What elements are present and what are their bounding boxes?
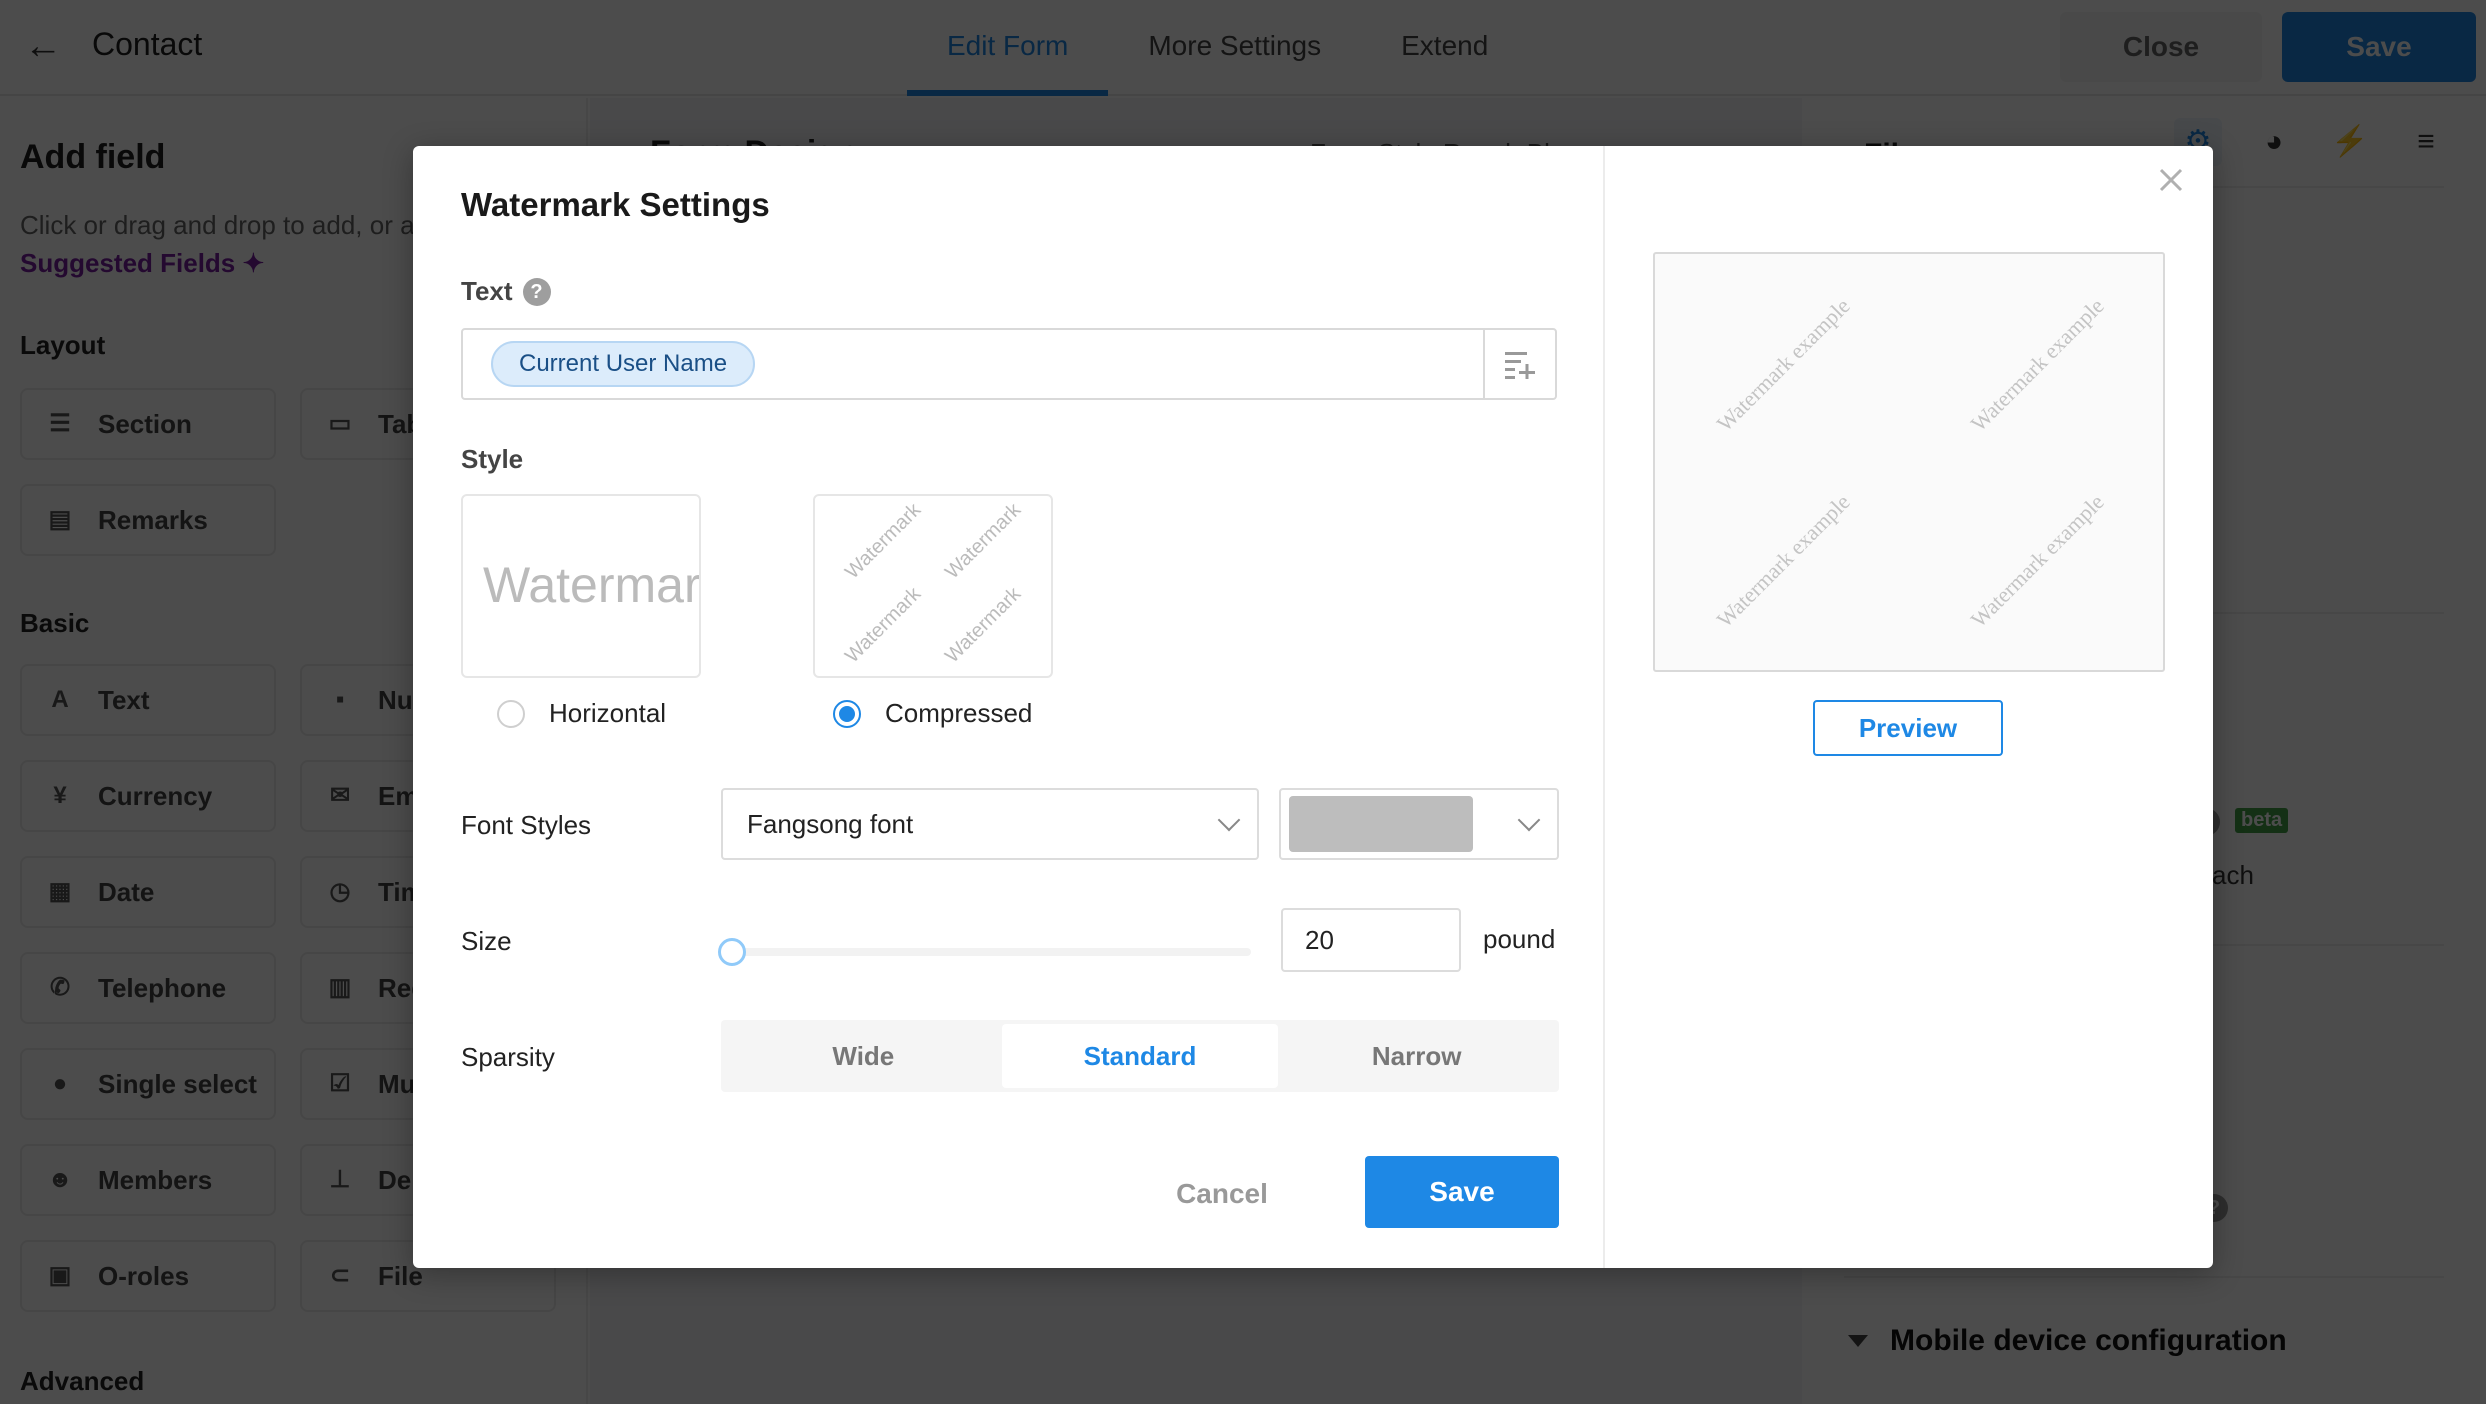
compressed-sample: Watermark [941, 499, 1026, 584]
size-unit: pound [1483, 924, 1556, 954]
compressed-sample: Watermark [841, 583, 926, 668]
compressed-sample: Watermark [941, 583, 1026, 668]
sparsity-label: Sparsity [461, 1042, 555, 1072]
dialog-title: Watermark Settings [461, 186, 770, 223]
sparsity-wide[interactable]: Wide [725, 1024, 1002, 1088]
watermark-preview: Watermark example Watermark example Wate… [1653, 252, 2165, 672]
color-picker[interactable] [1279, 788, 1559, 860]
preview-watermark-text: Watermark example [1965, 489, 2109, 633]
insert-field-button[interactable] [1483, 330, 1555, 398]
font-styles-label: Font Styles [461, 810, 592, 840]
sparsity-segmented-control: Wide Standard Narrow [721, 1020, 1559, 1092]
chevron-down-icon [1217, 808, 1241, 832]
sparsity-narrow[interactable]: Narrow [1278, 1024, 1555, 1088]
preview-watermark-text: Watermark example [1711, 489, 1855, 633]
style-horizontal-card[interactable]: Watermark [461, 494, 701, 678]
horizontal-sample: Watermark [483, 557, 701, 613]
style-label: Style [461, 444, 524, 474]
close-icon[interactable] [2147, 156, 2195, 204]
save-button[interactable]: Save [1365, 1156, 1559, 1228]
size-slider[interactable] [717, 938, 1251, 968]
preview-watermark-text: Watermark example [1965, 293, 2109, 437]
watermark-text-input[interactable]: Current User Name [461, 328, 1557, 400]
cancel-button[interactable]: Cancel [1149, 1158, 1295, 1230]
slider-handle[interactable] [717, 938, 746, 966]
sparsity-standard[interactable]: Standard [1001, 1024, 1279, 1088]
color-swatch [1289, 796, 1473, 852]
font-select[interactable]: Fangsong font [721, 788, 1259, 860]
variable-chip[interactable]: Current User Name [491, 341, 756, 387]
radio-compressed[interactable]: Compressed [833, 698, 1032, 729]
settings-pane: Watermark Settings Text ? Current User N… [413, 146, 1603, 1268]
radio-horizontal[interactable]: Horizontal [497, 698, 666, 729]
help-icon[interactable]: ? [522, 277, 551, 306]
preview-watermark-text: Watermark example [1711, 293, 1855, 437]
size-label: Size [461, 926, 512, 956]
size-input[interactable]: 20 [1281, 908, 1461, 972]
chevron-down-icon [1517, 808, 1541, 832]
insert-field-icon [1505, 352, 1535, 379]
compressed-sample: Watermark [841, 499, 926, 584]
divider [1603, 146, 1605, 1268]
radio-button[interactable] [497, 699, 525, 728]
slider-track [721, 948, 1251, 956]
watermark-settings-dialog: Watermark Settings Text ? Current User N… [413, 146, 2213, 1268]
text-label: Text ? [461, 276, 551, 307]
style-compressed-card[interactable]: Watermark Watermark Watermark Watermark [813, 494, 1053, 678]
radio-button-selected[interactable] [833, 699, 861, 728]
preview-button[interactable]: Preview [1813, 700, 2003, 756]
